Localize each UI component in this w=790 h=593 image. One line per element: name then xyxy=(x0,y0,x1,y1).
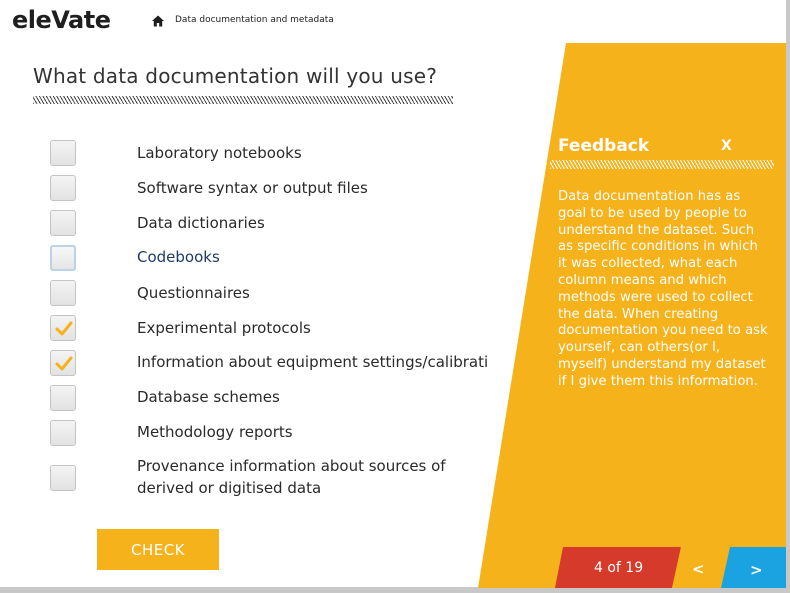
feedback-divider xyxy=(550,160,774,169)
option-label: Questionnaires xyxy=(137,284,250,302)
breadcrumb[interactable]: Data documentation and metadata xyxy=(175,15,334,25)
checkbox[interactable] xyxy=(50,350,76,376)
checkmark-icon xyxy=(55,321,73,336)
checkbox[interactable] xyxy=(50,385,76,411)
checkbox[interactable] xyxy=(50,245,76,271)
feedback-title: Feedback xyxy=(558,136,650,156)
feedback-text: Data documentation has as goal to be use… xyxy=(558,189,768,389)
checkmark-icon xyxy=(55,356,73,371)
option-label: Database schemes xyxy=(137,388,280,406)
option-label: Information about equipment settings/cal… xyxy=(137,353,489,371)
option-label: Codebooks xyxy=(137,248,220,266)
title-divider xyxy=(33,96,453,104)
next-button[interactable]: > xyxy=(750,561,763,579)
logo[interactable]: eleVate xyxy=(12,6,111,34)
checkbox[interactable] xyxy=(50,420,76,446)
check-button[interactable]: CHECK xyxy=(97,529,219,570)
previous-button[interactable]: < xyxy=(692,560,705,578)
option-label: Provenance information about sources of … xyxy=(137,457,446,497)
checkbox[interactable] xyxy=(50,465,76,491)
checkbox[interactable] xyxy=(50,140,76,166)
checkbox[interactable] xyxy=(50,315,76,341)
checkbox[interactable] xyxy=(50,210,76,236)
checkbox[interactable] xyxy=(50,175,76,201)
option-label: Software syntax or output files xyxy=(137,179,368,197)
home-icon[interactable] xyxy=(152,15,164,27)
option-label: Experimental protocols xyxy=(137,319,311,337)
option-label: Laboratory notebooks xyxy=(137,144,302,162)
page-counter: 4 of 19 xyxy=(594,560,644,576)
close-icon[interactable]: X xyxy=(721,138,732,154)
option-label: Data dictionaries xyxy=(137,214,265,232)
page-title: What data documentation will you use? xyxy=(33,64,438,88)
checkbox[interactable] xyxy=(50,280,76,306)
option-label: Methodology reports xyxy=(137,423,293,441)
